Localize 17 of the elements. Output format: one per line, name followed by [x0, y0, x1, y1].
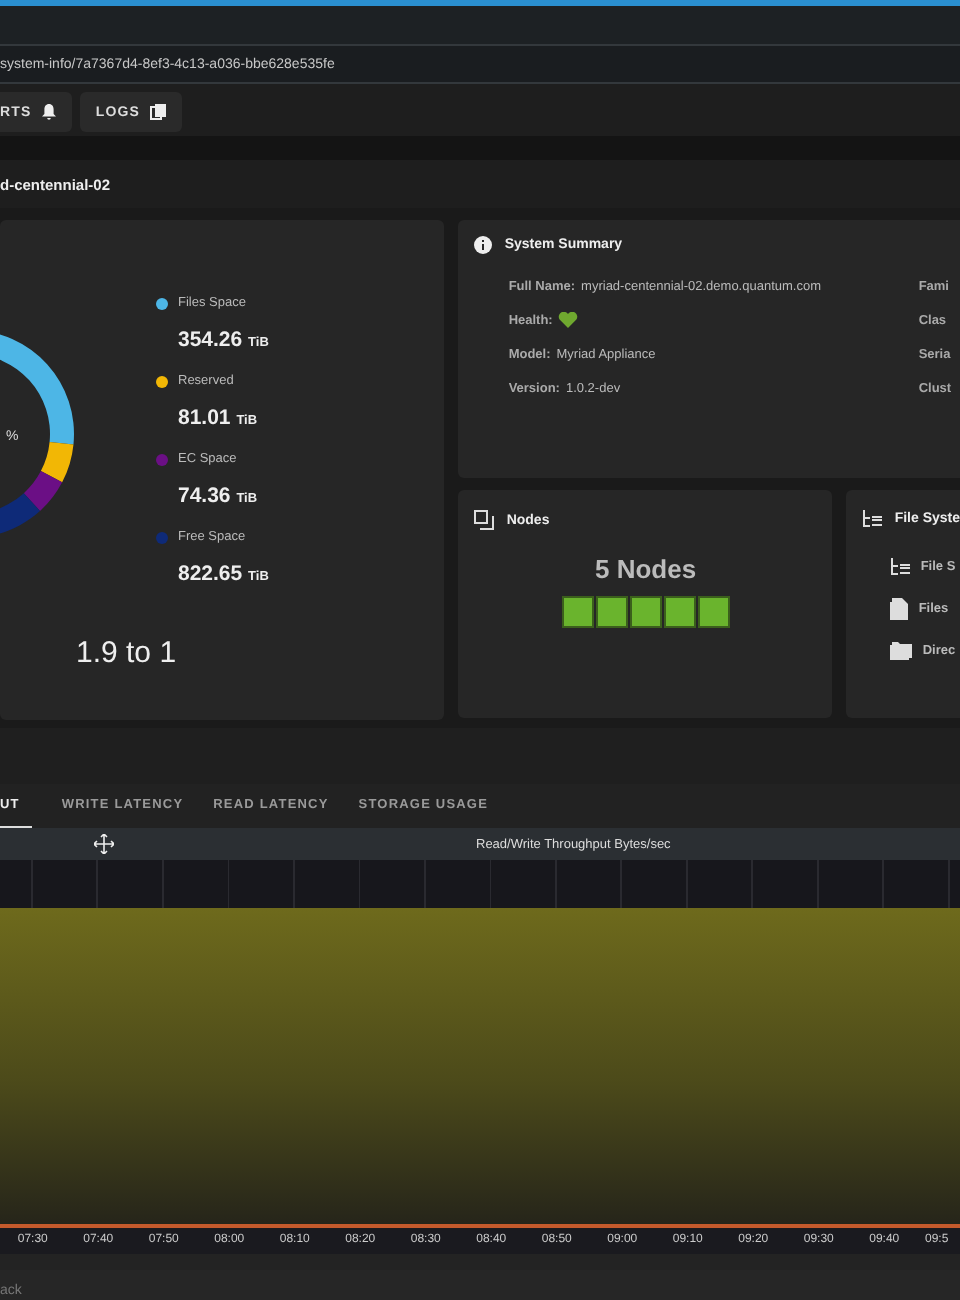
- ratio-text: 1.9 to 1: [76, 636, 177, 670]
- heart-icon: [558, 312, 579, 328]
- node-block[interactable]: [561, 596, 594, 628]
- node-block[interactable]: [663, 596, 696, 628]
- node-block[interactable]: [629, 596, 662, 628]
- folder-icon: [890, 642, 913, 660]
- document-icon: [890, 598, 909, 620]
- tree-icon: [862, 510, 883, 528]
- move-icon[interactable]: [94, 834, 114, 854]
- squares-icon: [474, 510, 495, 530]
- node-block[interactable]: [697, 596, 730, 628]
- node-block[interactable]: [595, 596, 628, 628]
- bell-icon: [41, 104, 56, 120]
- documents-icon: [150, 104, 167, 120]
- info-icon: [474, 236, 493, 254]
- tree-icon: [890, 558, 911, 576]
- node-count: 5 Nodes: [593, 554, 699, 584]
